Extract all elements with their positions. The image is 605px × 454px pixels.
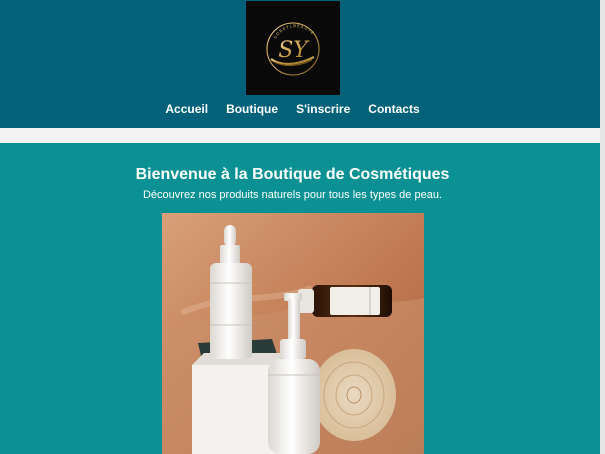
- header-divider: [0, 128, 600, 143]
- nav-link-contacts[interactable]: Contacts: [368, 101, 419, 117]
- nav-link-inscrire[interactable]: S'inscrire: [296, 101, 350, 117]
- page: SY SOREYLBEAUTE Accueil Boutique S'inscr…: [0, 0, 605, 454]
- site-logo[interactable]: SY SOREYLBEAUTE: [246, 1, 340, 95]
- logo-monogram: SY: [278, 38, 310, 63]
- hero-section: Bienvenue à la Boutique de Cosmétiques D…: [0, 143, 600, 454]
- main-nav: Accueil Boutique S'inscrire Contacts: [0, 101, 585, 117]
- product-bottles-image: [162, 213, 424, 454]
- page-scrollbar[interactable]: [600, 0, 605, 454]
- product-photo: [162, 213, 424, 454]
- nav-link-accueil[interactable]: Accueil: [165, 101, 208, 117]
- site-header: SY SOREYLBEAUTE Accueil Boutique S'inscr…: [0, 0, 600, 128]
- hero-subtitle: Découvrez nos produits naturels pour tou…: [142, 189, 442, 201]
- logo-emblem-icon: SY SOREYLBEAUTE: [266, 22, 320, 76]
- hero-title: Bienvenue à la Boutique de Cosmétiques: [135, 166, 450, 183]
- nav-link-boutique[interactable]: Boutique: [226, 101, 278, 117]
